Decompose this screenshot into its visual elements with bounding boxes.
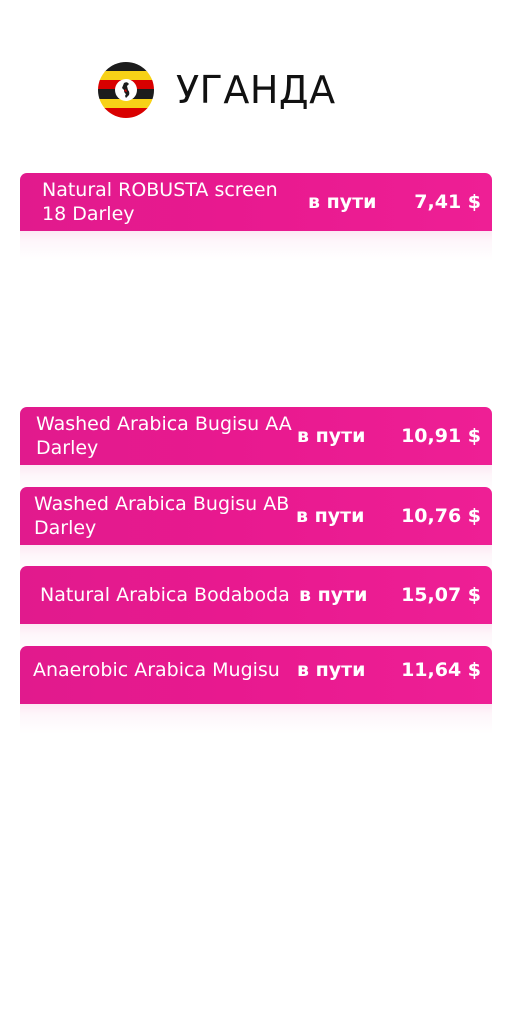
product-status: в пути — [297, 659, 366, 681]
product-name: Washed Arabica Bugisu AB Darley — [34, 493, 290, 539]
product-status: в пути — [299, 584, 368, 606]
product-status: в пути — [297, 425, 366, 447]
product-row[interactable]: Washed Arabica Bugisu AB Darley в пути 1… — [20, 487, 492, 575]
product-name: Natural Arabica Bodaboda — [40, 584, 290, 606]
product-row[interactable]: Natural ROBUSTA screen 18 Darley в пути … — [20, 173, 492, 261]
product-row[interactable]: Washed Arabica Bugisu AA Darley в пути 1… — [20, 407, 492, 495]
product-price: 10,91 $ — [401, 425, 481, 447]
product-price: 10,76 $ — [401, 505, 481, 527]
product-name: Anaerobic Arabica Mugisu — [33, 659, 280, 681]
uganda-flag-icon — [98, 62, 154, 118]
page-title: УГАНДА — [176, 68, 336, 112]
product-price: 11,64 $ — [401, 659, 481, 681]
product-name: Washed Arabica Bugisu AA Darley — [36, 413, 292, 459]
product-name: Natural ROBUSTA screen 18 Darley — [42, 179, 278, 225]
page: УГАНДА Natural ROBUSTA screen 18 Darley … — [0, 0, 512, 1024]
product-price: 15,07 $ — [401, 584, 481, 606]
product-row[interactable]: Natural Arabica Bodaboda в пути 15,07 $ — [20, 566, 492, 654]
product-status: в пути — [296, 505, 365, 527]
product-price: 7,41 $ — [414, 191, 481, 213]
country-header: УГАНДА — [98, 62, 336, 118]
product-row[interactable]: Anaerobic Arabica Mugisu в пути 11,64 $ — [20, 646, 492, 734]
product-status: в пути — [308, 191, 377, 213]
